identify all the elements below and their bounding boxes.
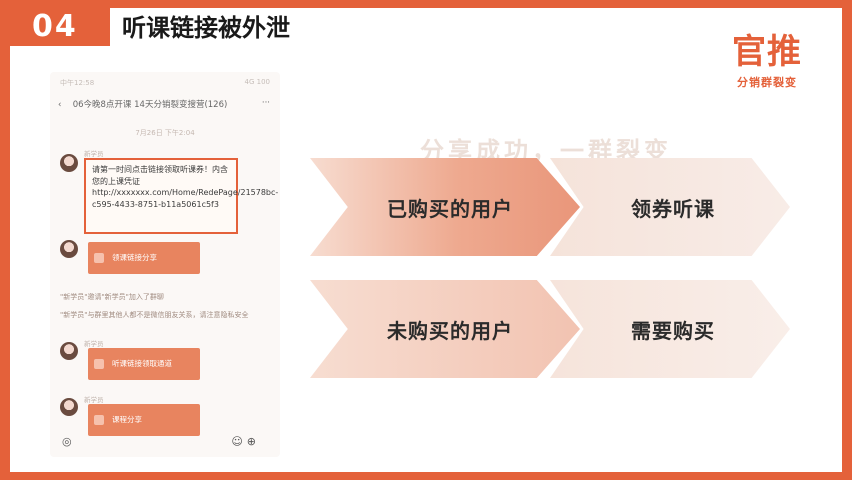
flow-arrow-coupon: 领券听课 (550, 158, 790, 256)
system-notice: "新学员"邀请"新学员"加入了群聊 (60, 293, 164, 301)
phone-screenshot: 中午12:58 4G 100 ‹ 06今晚8点开课 14天分销裂变搜营(126)… (50, 72, 280, 457)
link-card[interactable]: 听课链接领取通道 (88, 348, 200, 380)
system-notice: "新学员"与群里其他人都不是微信朋友关系，请注意隐私安全 (60, 311, 249, 319)
card-thumbnail-icon (94, 253, 104, 263)
flow-label: 未购买的用户 (387, 318, 513, 343)
plus-icon[interactable]: ⊕ (247, 435, 260, 448)
link-card[interactable]: 领课链接分享 (88, 242, 200, 274)
flow-arrow-purchased: 已购买的用户 (310, 158, 580, 256)
avatar[interactable] (60, 398, 78, 416)
flow-label: 已购买的用户 (387, 196, 513, 221)
logo-main-text: 官推 (732, 32, 802, 72)
chat-timestamp: 7月26日 下午2:04 (135, 129, 195, 137)
chat-title: 06今晚8点开课 14天分销裂变搜营(126) (72, 100, 228, 110)
flow-label: 领券听课 (631, 196, 715, 221)
more-options-icon[interactable]: ··· (262, 98, 270, 108)
section-number: 04 (10, 8, 110, 46)
card-label: 领课链接分享 (112, 253, 157, 262)
avatar[interactable] (60, 342, 78, 360)
status-bar: 中午12:58 4G 100 (60, 78, 270, 88)
emoji-icon[interactable]: ☺ (231, 435, 246, 448)
flow-arrow-not-purchased: 未购买的用户 (310, 280, 580, 378)
avatar[interactable] (60, 154, 78, 172)
message-text: 请第一时间点击链接领取听课券！内含您的上课凭证 http://xxxxxxx.c… (92, 165, 279, 209)
slide: 04 听课链接被外泄 官推 分销群裂变 中午12:58 4G 100 ‹ 06今… (10, 8, 842, 472)
card-thumbnail-icon (94, 359, 104, 369)
slide-title: 听课链接被外泄 (122, 14, 290, 42)
sender-name: 新学员 (84, 150, 104, 158)
sender-name: 新学员 (84, 340, 104, 348)
back-chevron-icon[interactable]: ‹ (58, 100, 70, 110)
link-card[interactable]: 课程分享 (88, 404, 200, 436)
voice-icon[interactable]: ◎ (62, 435, 72, 448)
card-label: 课程分享 (112, 415, 142, 424)
status-time: 中午12:58 (60, 79, 95, 87)
card-thumbnail-icon (94, 415, 104, 425)
flow-label: 需要购买 (631, 318, 715, 343)
status-signal: 4G 100 (244, 78, 270, 86)
chat-header: ‹ 06今晚8点开课 14天分销裂变搜营(126) ··· (58, 98, 270, 114)
avatar[interactable] (60, 240, 78, 258)
logo-sub-text: 分销群裂变 (737, 76, 797, 89)
flow-arrow-need-purchase: 需要购买 (550, 280, 790, 378)
card-label: 听课链接领取通道 (112, 359, 172, 368)
highlighted-message[interactable]: 请第一时间点击链接领取听课券！内含您的上课凭证 http://xxxxxxx.c… (84, 158, 278, 234)
brand-logo: 官推 分销群裂变 (732, 32, 802, 90)
sender-name: 新学员 (84, 396, 104, 404)
input-bar: ◎ ☺⊕ (62, 435, 260, 449)
